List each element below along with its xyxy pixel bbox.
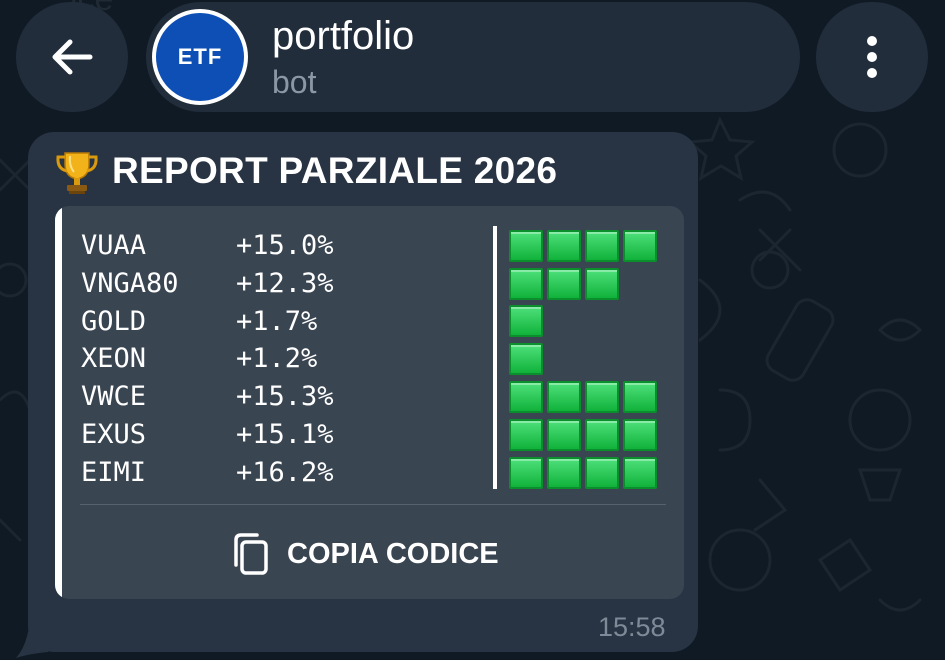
block-bar-row xyxy=(509,416,661,454)
green-block xyxy=(623,381,657,414)
block-bar-row xyxy=(509,340,661,378)
green-block xyxy=(509,305,543,338)
percent-change: +1.7% xyxy=(236,305,318,337)
chat-subtitle: bot xyxy=(272,64,317,100)
bar-separator-line xyxy=(493,226,497,489)
green-block xyxy=(509,267,543,300)
avatar[interactable]: ETF xyxy=(152,9,248,105)
green-block xyxy=(509,229,543,262)
ticker: VUAA xyxy=(81,230,147,261)
ticker: GOLD xyxy=(81,305,147,337)
copy-icon xyxy=(234,533,268,575)
chat-title: portfolio xyxy=(272,14,415,58)
percent-change: +15.1% xyxy=(236,418,334,450)
message-time: 15:58 xyxy=(598,612,666,642)
more-menu-button[interactable] xyxy=(816,2,928,112)
ticker: XEON xyxy=(81,343,147,375)
code-block: VUAA +15.0% VNGA80 +12.3% GOLD +1.7% XEON +1… xyxy=(55,206,684,599)
green-block xyxy=(509,456,543,489)
green-block xyxy=(547,456,581,489)
block-bar-row xyxy=(509,378,661,416)
back-button[interactable] xyxy=(16,2,128,112)
portfolio-row: XEON +1.2% xyxy=(81,340,334,378)
green-block xyxy=(585,418,619,451)
percent-change: +16.2% xyxy=(236,456,334,488)
portfolio-row: EXUS +15.1% xyxy=(81,416,334,454)
divider xyxy=(80,504,666,505)
green-block xyxy=(623,456,657,489)
block-bar-row xyxy=(509,227,661,265)
ticker: VNGA80 xyxy=(81,267,179,299)
green-block xyxy=(509,418,543,451)
ticker: VWCE xyxy=(81,381,147,413)
green-block xyxy=(623,418,657,451)
green-block xyxy=(547,418,581,451)
block-bar-row xyxy=(509,303,661,341)
green-block-bars xyxy=(509,227,661,492)
code-block-accent-bar xyxy=(55,206,62,599)
green-block xyxy=(509,381,543,414)
percent-change: +12.3% xyxy=(236,267,334,299)
green-block xyxy=(547,381,581,414)
portfolio-row: EIMI +16.2% xyxy=(81,454,334,492)
trophy-icon xyxy=(56,152,98,194)
green-block xyxy=(547,267,581,300)
report-title: REPORT PARZIALE 2026 xyxy=(112,150,558,191)
block-bar-row xyxy=(509,265,661,303)
green-block xyxy=(585,267,619,300)
ticker: EXUS xyxy=(81,418,147,450)
portfolio-row: VUAA +15.0% xyxy=(81,227,334,265)
green-block xyxy=(547,229,581,262)
percent-change: +15.0% xyxy=(236,230,334,261)
green-block xyxy=(623,229,657,262)
copy-code-button[interactable]: COPIA CODICE xyxy=(231,528,499,580)
more-vertical-icon xyxy=(867,36,877,78)
back-arrow-icon xyxy=(52,39,93,75)
portfolio-rows: VUAA +15.0% VNGA80 +12.3% GOLD +1.7% XEON +1… xyxy=(81,227,334,492)
green-block xyxy=(585,229,619,262)
copy-code-label: COPIA CODICE xyxy=(287,537,499,570)
portfolio-row: VNGA80 +12.3% xyxy=(81,265,334,303)
portfolio-row: VWCE +15.3% xyxy=(81,378,334,416)
percent-change: +15.3% xyxy=(236,381,334,413)
portfolio-row: GOLD +1.7% xyxy=(81,303,334,341)
ticker: EIMI xyxy=(81,456,147,488)
percent-change: +1.2% xyxy=(236,343,318,375)
green-block xyxy=(509,343,543,376)
block-bar-row xyxy=(509,454,661,492)
green-block xyxy=(585,381,619,414)
green-block xyxy=(585,456,619,489)
chat-header[interactable]: ETF portfolio bot xyxy=(146,2,800,112)
